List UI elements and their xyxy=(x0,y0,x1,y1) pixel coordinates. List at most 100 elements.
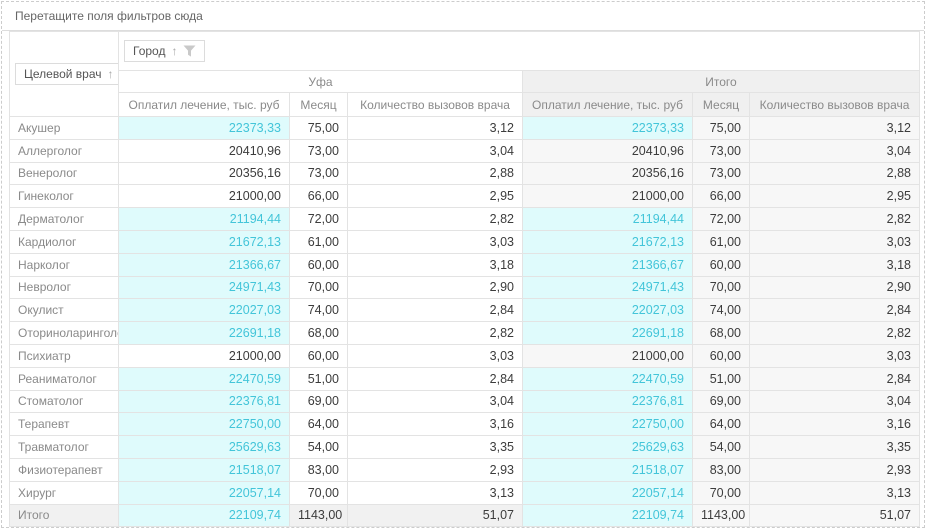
cell-month-ufa: 74,00 xyxy=(290,299,348,322)
column-header-calls-ufa[interactable]: Количество вызовов врача xyxy=(348,93,523,117)
column-field-chip[interactable]: Город ↑ xyxy=(124,40,205,62)
cell-calls-ufa: 2,84 xyxy=(348,299,523,322)
table-row: Дерматолог21194,4472,002,8221194,4472,00… xyxy=(10,208,920,231)
table-row: Аллерголог20410,9673,003,0420410,9673,00… xyxy=(10,139,920,162)
cell-paid-ufa: 20356,16 xyxy=(119,162,290,185)
cell-calls-total: 2,90 xyxy=(750,276,920,299)
row-label: Травматолог xyxy=(10,436,119,459)
column-header-calls-total[interactable]: Количество вызовов врача xyxy=(750,93,920,117)
filter-funnel-icon[interactable] xyxy=(183,45,196,57)
cell-calls-total: 3,35 xyxy=(750,436,920,459)
cell-calls-total: 2,93 xyxy=(750,458,920,481)
column-header-month-total[interactable]: Месяц xyxy=(693,93,750,117)
cell-month-total: 64,00 xyxy=(693,413,750,436)
pivot-grid-widget: Перетащите поля фильтров сюда Целевой вр… xyxy=(1,1,925,528)
cell-paid-ufa: 22750,00 xyxy=(119,413,290,436)
sort-ascending-icon[interactable]: ↑ xyxy=(108,68,114,80)
cell-paid-total: 22470,59 xyxy=(523,367,693,390)
cell-month-ufa: 61,00 xyxy=(290,230,348,253)
cell-calls-ufa: 2,90 xyxy=(348,276,523,299)
cell-month-total: 73,00 xyxy=(693,162,750,185)
cell-calls-ufa: 3,03 xyxy=(348,230,523,253)
row-label: Гинеколог xyxy=(10,185,119,208)
column-header-paid-ufa[interactable]: Оплатил лечение, тыс. руб xyxy=(119,93,290,117)
cell-calls-ufa: 2,82 xyxy=(348,208,523,231)
cell-calls-ufa: 3,13 xyxy=(348,481,523,504)
table-row: Терапевт22750,0064,003,1622750,0064,003,… xyxy=(10,413,920,436)
cell-month-ufa: 51,00 xyxy=(290,367,348,390)
cell-paid-ufa: 21194,44 xyxy=(119,208,290,231)
filter-hint-text: Перетащите поля фильтров сюда xyxy=(15,9,203,23)
cell-paid-ufa: 21000,00 xyxy=(119,344,290,367)
pivot-body: Акушер22373,3375,003,1222373,3375,003,12… xyxy=(10,117,920,527)
table-row: Акушер22373,3375,003,1222373,3375,003,12 xyxy=(10,117,920,140)
cell-calls-ufa: 3,04 xyxy=(348,390,523,413)
row-label: Стоматолог xyxy=(10,390,119,413)
column-group-ufa[interactable]: Уфа xyxy=(119,71,523,93)
row-label: Нарколог xyxy=(10,253,119,276)
cell-paid-total: 21194,44 xyxy=(523,208,693,231)
pivot-header: Целевой врач ↑ Город ↑ Уфа Итого xyxy=(10,32,920,117)
cell-month-ufa: 66,00 xyxy=(290,185,348,208)
cell-paid-ufa: 21000,00 xyxy=(119,185,290,208)
cell-paid-ufa: 25629,63 xyxy=(119,436,290,459)
table-row: Венеролог20356,1673,002,8820356,1673,002… xyxy=(10,162,920,185)
cell-paid-ufa: 22027,03 xyxy=(119,299,290,322)
cell-month-ufa: 70,00 xyxy=(290,481,348,504)
cell-month-total: 83,00 xyxy=(693,458,750,481)
cell-calls-ufa: 3,12 xyxy=(348,117,523,140)
table-row: Психиатр21000,0060,003,0321000,0060,003,… xyxy=(10,344,920,367)
cell-calls-ufa: 3,03 xyxy=(348,344,523,367)
cell-paid-total: 20356,16 xyxy=(523,162,693,185)
cell-calls-ufa: 2,82 xyxy=(348,322,523,345)
row-label: Кардиолог xyxy=(10,230,119,253)
cell-calls-total: 2,82 xyxy=(750,208,920,231)
cell-month-total: 68,00 xyxy=(693,322,750,345)
cell-calls-ufa: 2,84 xyxy=(348,367,523,390)
cell-month-ufa: 69,00 xyxy=(290,390,348,413)
cell-calls-total: 2,95 xyxy=(750,185,920,208)
cell-paid-total: 24971,43 xyxy=(523,276,693,299)
cell-calls-total: 3,18 xyxy=(750,253,920,276)
cell-month-total: 54,00 xyxy=(693,436,750,459)
cell-paid-ufa: 21366,67 xyxy=(119,253,290,276)
cell-month-ufa: 72,00 xyxy=(290,208,348,231)
sort-ascending-icon[interactable]: ↑ xyxy=(171,45,177,57)
table-row: Стоматолог22376,8169,003,0422376,8169,00… xyxy=(10,390,920,413)
column-field-label: Город xyxy=(133,45,165,57)
row-label: Хирург xyxy=(10,481,119,504)
cell-paid-ufa: 22691,18 xyxy=(119,322,290,345)
cell-paid-total: 20410,96 xyxy=(523,139,693,162)
row-label: Итого xyxy=(10,504,119,526)
cell-month-ufa: 73,00 xyxy=(290,139,348,162)
column-header-paid-total[interactable]: Оплатил лечение, тыс. руб xyxy=(523,93,693,117)
cell-month-total: 73,00 xyxy=(693,139,750,162)
column-header-month-ufa[interactable]: Месяц xyxy=(290,93,348,117)
cell-calls-ufa: 51,07 xyxy=(348,504,523,526)
cell-calls-total: 51,07 xyxy=(750,504,920,526)
row-field-chip[interactable]: Целевой врач ↑ xyxy=(15,63,119,85)
cell-month-total: 72,00 xyxy=(693,208,750,231)
cell-calls-total: 3,12 xyxy=(750,117,920,140)
cell-paid-total: 21672,13 xyxy=(523,230,693,253)
cell-paid-ufa: 22373,33 xyxy=(119,117,290,140)
table-row: Нарколог21366,6760,003,1821366,6760,003,… xyxy=(10,253,920,276)
cell-calls-total: 2,88 xyxy=(750,162,920,185)
table-row: Физиотерапевт21518,0783,002,9321518,0783… xyxy=(10,458,920,481)
table-row: Гинеколог21000,0066,002,9521000,0066,002… xyxy=(10,185,920,208)
cell-paid-total: 21000,00 xyxy=(523,185,693,208)
cell-month-ufa: 70,00 xyxy=(290,276,348,299)
filter-fields-drop-zone[interactable]: Перетащите поля фильтров сюда xyxy=(2,2,924,31)
cell-month-ufa: 64,00 xyxy=(290,413,348,436)
cell-month-total: 61,00 xyxy=(693,230,750,253)
cell-paid-total: 22750,00 xyxy=(523,413,693,436)
cell-paid-ufa: 22376,81 xyxy=(119,390,290,413)
column-fields-area[interactable]: Город ↑ xyxy=(119,32,920,71)
row-label: Оториноларинголог xyxy=(10,322,119,345)
cell-month-ufa: 60,00 xyxy=(290,344,348,367)
column-group-total[interactable]: Итого xyxy=(523,71,920,93)
cell-paid-total: 25629,63 xyxy=(523,436,693,459)
cell-month-total: 74,00 xyxy=(693,299,750,322)
table-row: Травматолог25629,6354,003,3525629,6354,0… xyxy=(10,436,920,459)
row-label: Терапевт xyxy=(10,413,119,436)
